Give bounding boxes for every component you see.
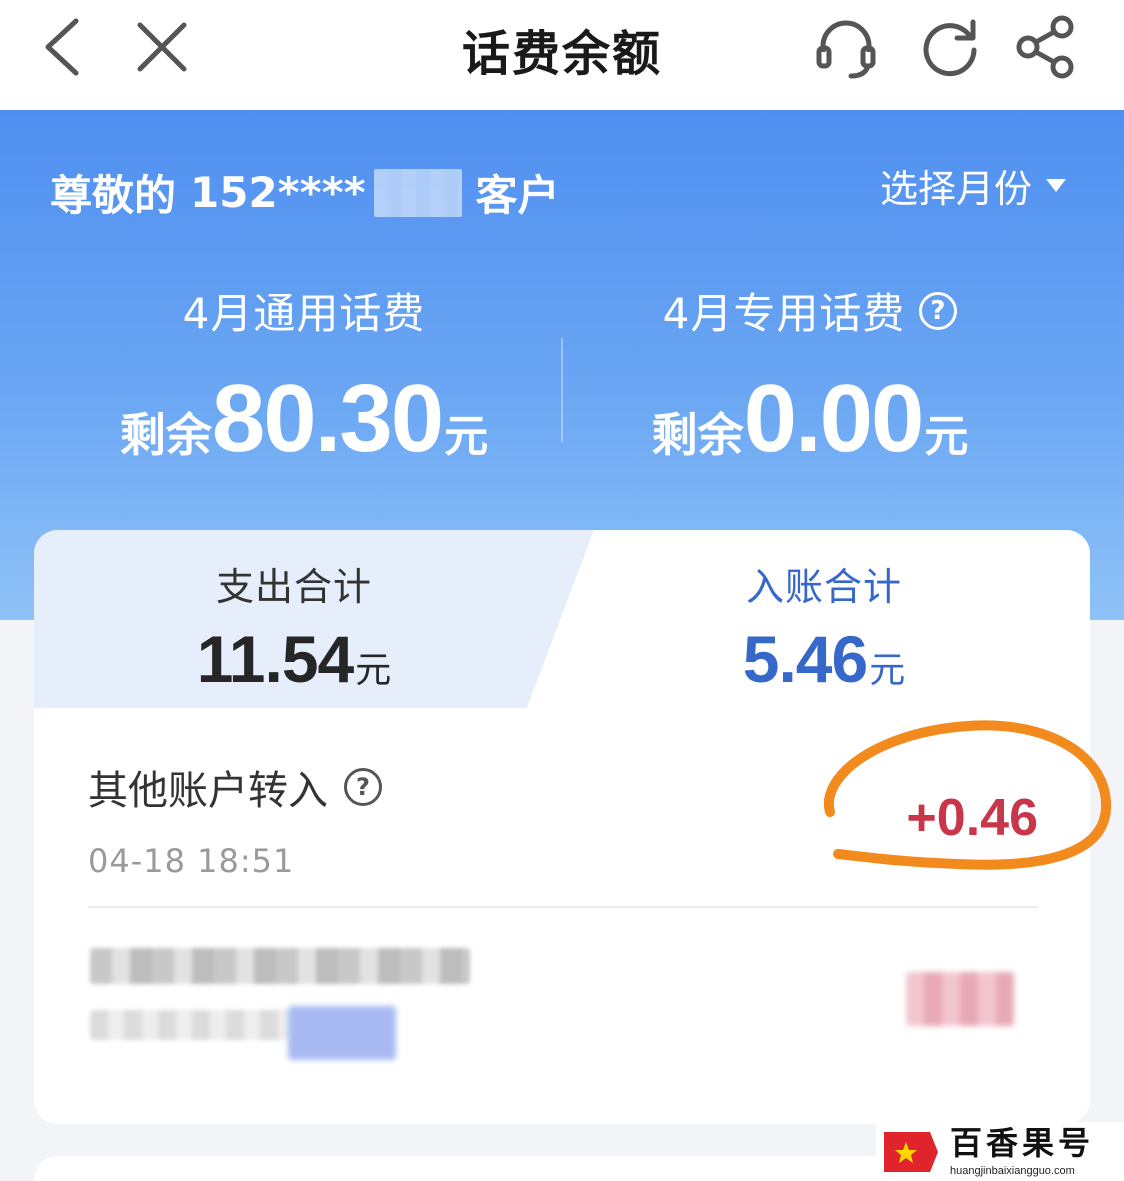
general-balance-label: 4月通用话费: [183, 280, 426, 341]
transactions-card: 支出合计 11.54 元 入账合计 5.46 元 其他账户转入 ? 04-18 …: [34, 530, 1090, 1124]
page: 话费余额 尊敬的 152**** 客户 选择月份 4月通用话费 剩余 80.30…: [0, 0, 1124, 1181]
caret-down-icon: [1046, 179, 1066, 192]
income-total-amount: 5.46: [742, 622, 868, 696]
watermark-logo: [880, 1128, 942, 1176]
general-balance-label-text: 4月通用话费: [182, 289, 426, 338]
refresh-button[interactable]: [910, 12, 990, 82]
record-title-text: 其他账户转入: [88, 768, 328, 814]
watermark-name: 百香果号: [950, 1123, 1095, 1162]
expense-total-unit: 元: [355, 650, 392, 691]
share-button[interactable]: [1006, 12, 1086, 82]
share-icon: [1016, 15, 1074, 79]
summary-tabs: 支出合计 11.54 元 入账合计 5.46 元: [34, 530, 1090, 708]
income-tab-label: 入账合计: [745, 565, 902, 609]
help-icon[interactable]: ?: [344, 768, 382, 806]
refresh-icon: [923, 19, 977, 77]
help-icon[interactable]: ?: [919, 291, 958, 330]
headset-icon: [816, 20, 876, 79]
expense-total-amount: 11.54: [196, 622, 355, 696]
blurred-record-tag: [288, 1006, 396, 1060]
watermark-logo-icon: [884, 1131, 938, 1172]
phone-mask-block: [373, 168, 462, 217]
special-balance-amount: 0.00: [743, 365, 925, 472]
blurred-record-time: [90, 1010, 290, 1040]
watermark-url: huangjinbaixiangguo.com: [950, 1164, 1075, 1177]
customer-greeting: 尊敬的 152**** 客户: [50, 162, 560, 223]
list-item[interactable]: 其他账户转入 ? 04-18 18:51 +0.46: [88, 758, 1038, 880]
masked-phone-number: 152****: [190, 168, 366, 217]
month-selector-label: 选择月份: [879, 167, 1032, 211]
record-time: 04-18 18:51: [88, 842, 295, 880]
month-selector[interactable]: 选择月份: [880, 158, 1066, 213]
income-total: 5.46 元: [564, 621, 1084, 697]
expense-tab-label: 支出合计: [215, 565, 372, 609]
special-balance-unit: 元: [924, 411, 969, 462]
watermark-text: 百香果号 huangjinbaixiangguo.com: [950, 1127, 1094, 1177]
general-balance: 4月通用话费 剩余 80.30 元: [54, 280, 554, 467]
tab-income[interactable]: 入账合计 5.46 元: [564, 556, 1084, 697]
list-divider: [88, 906, 1038, 908]
top-nav-bar: 话费余额: [0, 0, 1124, 110]
record-amount: +0.46: [906, 789, 1038, 847]
blurred-record-amount: [906, 972, 1014, 1026]
blurred-record-title: [90, 948, 470, 984]
special-balance-label-text: 4月专用话费: [662, 289, 906, 338]
record-title: 其他账户转入 ?: [88, 758, 1038, 816]
general-balance-amount: 80.30: [211, 365, 444, 472]
watermark: 百香果号 huangjinbaixiangguo.com: [876, 1122, 1124, 1181]
general-balance-value: 剩余 80.30 元: [54, 371, 554, 467]
special-balance: 4月专用话费 ? 剩余 0.00 元: [560, 280, 1060, 467]
special-balance-label: 4月专用话费 ?: [663, 280, 958, 341]
special-balance-value: 剩余 0.00 元: [560, 371, 1060, 467]
customer-service-button[interactable]: [806, 12, 886, 82]
greeting-suffix: 客户: [475, 171, 560, 220]
special-remaining-prefix: 剩余: [651, 408, 744, 462]
expense-total: 11.54 元: [34, 621, 554, 697]
general-balance-unit: 元: [444, 411, 489, 462]
general-remaining-prefix: 剩余: [119, 408, 212, 462]
greeting-prefix: 尊敬的: [50, 171, 177, 220]
tab-expense[interactable]: 支出合计 11.54 元: [34, 556, 554, 697]
income-total-unit: 元: [869, 650, 906, 691]
